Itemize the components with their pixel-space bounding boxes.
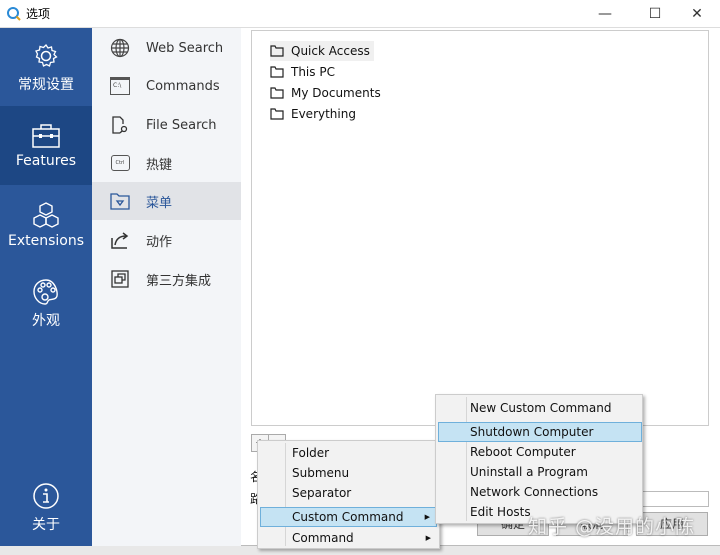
info-icon bbox=[33, 482, 59, 509]
tree-item[interactable]: Quick Access bbox=[270, 41, 374, 61]
menu-tree[interactable]: Quick Access This PC My Documents Everyt… bbox=[251, 30, 709, 426]
folder-icon bbox=[270, 87, 284, 99]
tree-item-label: This PC bbox=[291, 65, 335, 79]
windows-stack-icon bbox=[111, 270, 129, 288]
minimize-button[interactable]: — bbox=[582, 0, 628, 28]
tree-item[interactable]: Everything bbox=[270, 104, 360, 124]
menu-folder-icon bbox=[110, 193, 130, 210]
subnav-label: Commands bbox=[146, 78, 220, 94]
nav-label: 关于 bbox=[32, 516, 60, 533]
subnav-label: 菜单 bbox=[146, 195, 173, 211]
maximize-button[interactable]: ☐ bbox=[632, 0, 678, 28]
menu-item-label: Submenu bbox=[292, 466, 350, 480]
watermark: 知乎 @没用的小陈 bbox=[528, 516, 696, 538]
sub-nav: Web Search C:\ Commands File Search Ctrl 热… bbox=[92, 28, 241, 546]
main-nav: 常规设置 Features Extensions 外观 关于 bbox=[0, 28, 92, 546]
title-bar: 选项 — ☐ ✕ bbox=[0, 0, 720, 28]
close-button[interactable]: ✕ bbox=[674, 0, 720, 28]
tree-item[interactable]: My Documents bbox=[270, 83, 385, 103]
subnav-item-commands[interactable]: C:\ Commands bbox=[92, 67, 241, 105]
menu-item-new-custom-command[interactable]: New Custom Command bbox=[438, 398, 640, 418]
menu-item-shutdown[interactable]: Shutdown Computer bbox=[438, 422, 642, 442]
subnav-item-file-search[interactable]: File Search bbox=[92, 106, 241, 144]
nav-item-general[interactable]: 常规设置 bbox=[0, 28, 92, 107]
menu-item-uninstall[interactable]: Uninstall a Program bbox=[438, 462, 640, 482]
menu-item-label: Reboot Computer bbox=[470, 445, 576, 459]
subnav-label: 热键 bbox=[146, 157, 173, 173]
folder-icon bbox=[270, 66, 284, 78]
submenu-arrow-icon: ▶ bbox=[424, 513, 430, 521]
menu-item-label: Separator bbox=[292, 486, 352, 500]
tree-item-label: My Documents bbox=[291, 86, 381, 100]
palette-icon bbox=[33, 278, 58, 305]
menu-item-custom-command[interactable]: Custom Command ▶ bbox=[260, 507, 437, 527]
subnav-label: 动作 bbox=[146, 234, 173, 250]
cubes-icon bbox=[33, 201, 59, 228]
nav-item-about[interactable]: 关于 bbox=[0, 468, 92, 547]
add-context-menu: Folder Submenu Separator Custom Command ▶… bbox=[257, 440, 440, 549]
folder-icon bbox=[270, 108, 284, 120]
subnav-label: 第三方集成 bbox=[146, 273, 212, 289]
folder-icon bbox=[270, 45, 284, 57]
subnav-item-integrations[interactable]: 第三方集成 bbox=[92, 260, 241, 298]
menu-item-folder[interactable]: Folder bbox=[260, 443, 437, 463]
subnav-label: Web Search bbox=[146, 40, 224, 56]
nav-item-appearance[interactable]: 外观 bbox=[0, 264, 92, 343]
menu-item-label: New Custom Command bbox=[470, 401, 612, 415]
menu-item-command[interactable]: Command ▶ bbox=[260, 528, 437, 548]
nav-item-features[interactable]: Features bbox=[0, 106, 92, 185]
nav-label: 常规设置 bbox=[18, 76, 74, 93]
file-search-icon bbox=[112, 116, 128, 134]
menu-item-label: Folder bbox=[292, 446, 330, 460]
submenu-arrow-icon: ▶ bbox=[425, 534, 431, 542]
nav-label: Features bbox=[15, 152, 77, 169]
globe-icon bbox=[110, 38, 130, 58]
nav-label: 外观 bbox=[32, 312, 60, 329]
menu-item-label: Custom Command bbox=[292, 510, 404, 524]
terminal-icon: C:\ bbox=[110, 77, 130, 95]
menu-item-submenu[interactable]: Submenu bbox=[260, 463, 437, 483]
menu-item-label: Shutdown Computer bbox=[470, 425, 594, 439]
nav-item-extensions[interactable]: Extensions bbox=[0, 185, 92, 264]
menu-item-label: Edit Hosts bbox=[470, 505, 531, 519]
subnav-item-hotkeys[interactable]: Ctrl 热键 bbox=[92, 144, 241, 182]
nav-label: Extensions bbox=[7, 232, 85, 249]
menu-item-label: Network Connections bbox=[470, 485, 599, 499]
toolbox-icon bbox=[32, 123, 60, 148]
subnav-item-actions[interactable]: 动作 bbox=[92, 221, 241, 259]
window-title: 选项 bbox=[26, 7, 51, 21]
subnav-item-menu[interactable]: 菜单 bbox=[92, 182, 241, 220]
keyboard-ctrl-icon: Ctrl bbox=[110, 155, 130, 171]
tree-item[interactable]: This PC bbox=[270, 62, 339, 82]
menu-item-label: Uninstall a Program bbox=[470, 465, 588, 479]
tree-item-label: Everything bbox=[291, 107, 356, 121]
tree-item-label: Quick Access bbox=[291, 44, 370, 58]
gear-icon bbox=[35, 43, 58, 67]
custom-command-submenu: New Custom Command Shutdown Computer Reb… bbox=[435, 394, 643, 524]
app-logo-icon bbox=[7, 6, 21, 21]
subnav-label: File Search bbox=[146, 117, 217, 133]
menu-item-reboot[interactable]: Reboot Computer bbox=[438, 442, 640, 462]
menu-item-label: Command bbox=[292, 531, 354, 545]
share-arrow-icon bbox=[111, 232, 129, 249]
menu-item-separator[interactable]: Separator bbox=[260, 483, 437, 503]
menu-item-network-connections[interactable]: Network Connections bbox=[438, 482, 640, 502]
subnav-item-web-search[interactable]: Web Search bbox=[92, 29, 241, 67]
